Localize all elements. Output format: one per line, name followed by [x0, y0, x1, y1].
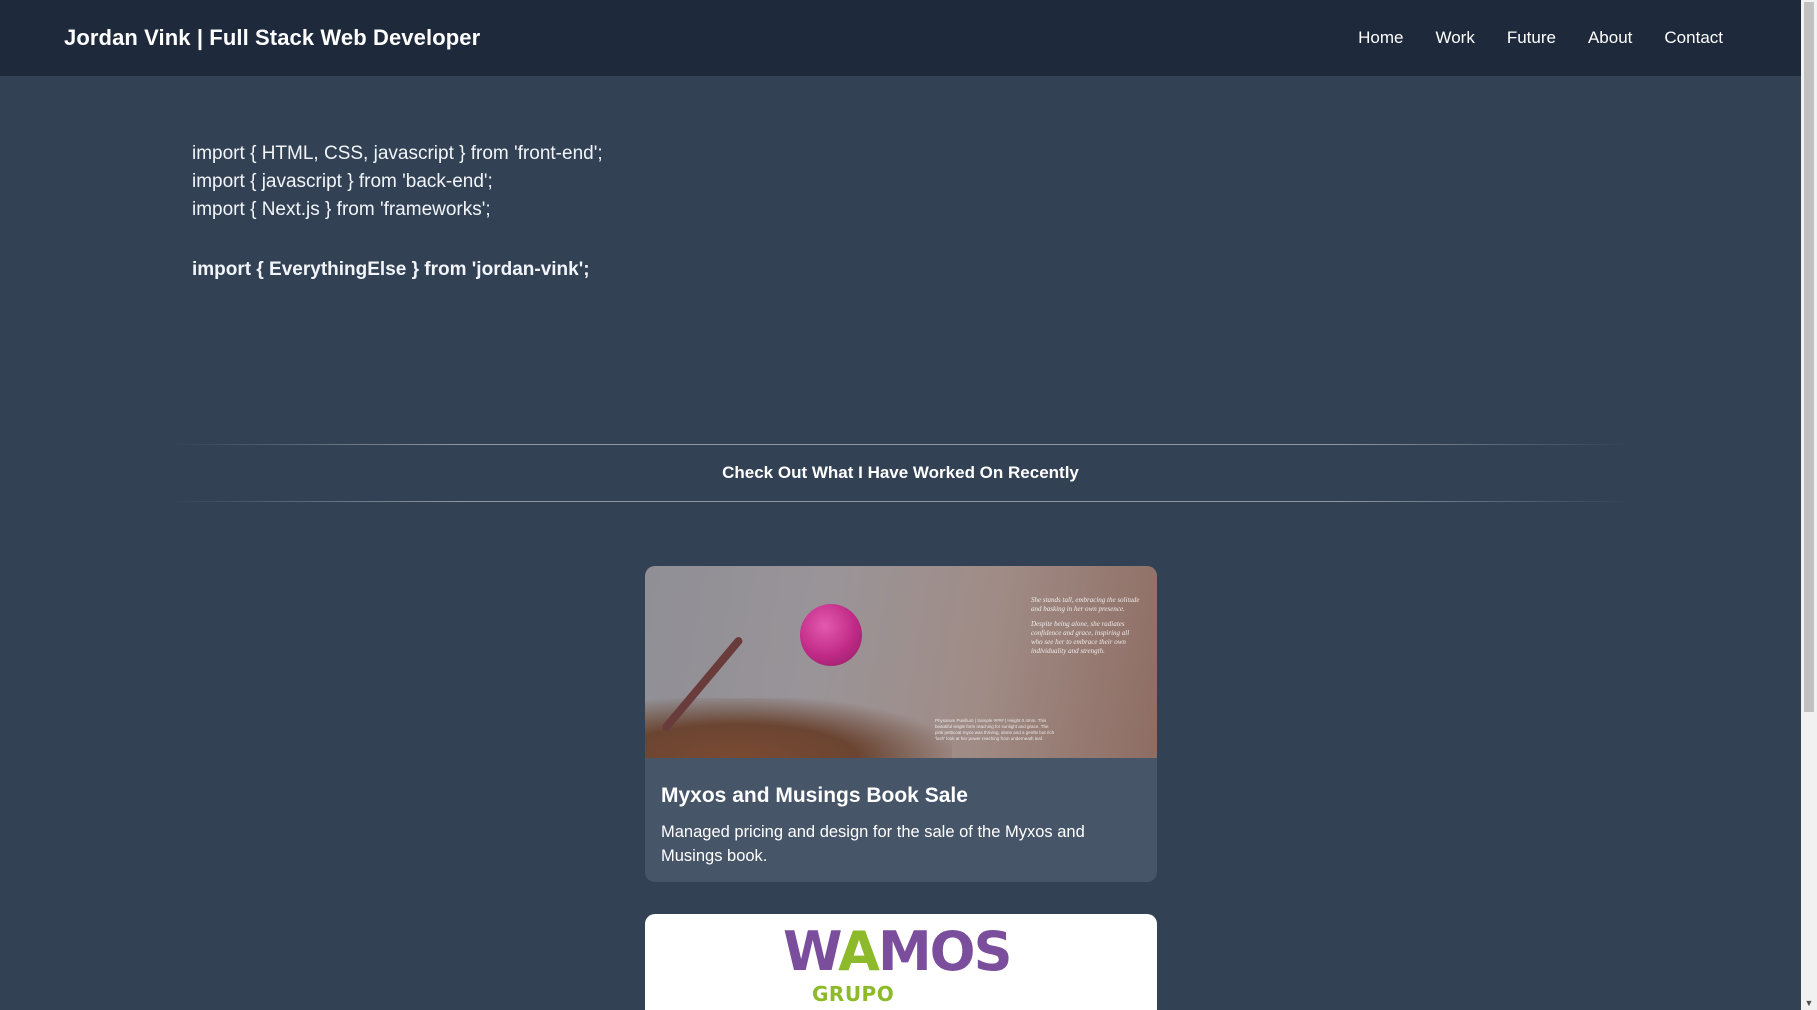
hero-line-emphasis: import { EverythingElse } from 'jordan-v…: [192, 259, 590, 280]
site-header: Jordan Vink | Full Stack Web Developer H…: [0, 0, 1801, 76]
main-nav: Home Work Future About Contact: [1358, 28, 1723, 48]
scrollbar-thumb[interactable]: [1804, 2, 1814, 712]
nav-link-work[interactable]: Work: [1435, 28, 1474, 47]
nav-link-home[interactable]: Home: [1358, 28, 1403, 47]
nav-item-future: Future: [1507, 28, 1556, 48]
image-poem-stanza-1: She stands tall, embracing the solitude …: [1031, 596, 1140, 613]
nav-item-work: Work: [1435, 28, 1474, 48]
section-divider-bottom: [170, 501, 1630, 502]
nav-item-home: Home: [1358, 28, 1403, 48]
hero-line-frontend: import { HTML, CSS, javascript } from 'f…: [192, 143, 603, 164]
image-ground: [645, 698, 953, 758]
wamos-logo-rest: MOS: [877, 920, 1013, 983]
project-title: Myxos and Musings Book Sale: [661, 784, 968, 807]
wamos-logo-wordmark: WAMOS: [783, 920, 1013, 983]
site-brand[interactable]: Jordan Vink | Full Stack Web Developer: [64, 25, 480, 51]
project-card-body: Myxos and Musings Book Sale Managed pric…: [645, 758, 1157, 882]
image-caption: Physarum Pusillum | Sample #### | Height…: [935, 718, 1055, 741]
section-title: Check Out What I Have Worked On Recently: [722, 463, 1079, 482]
nav-item-about: About: [1588, 28, 1632, 48]
nav-link-future[interactable]: Future: [1507, 28, 1556, 47]
image-poem: She stands tall, embracing the solitude …: [1031, 596, 1141, 656]
wamos-logo-subtitle: GRUPO: [812, 982, 895, 1006]
wamos-logo: WAMOS GRUPO: [645, 914, 1157, 1010]
hero-line-frameworks: import { Next.js } from 'frameworks';: [192, 199, 491, 220]
image-myxo-bulb: [800, 604, 862, 666]
project-image-myxos: She stands tall, embracing the solitude …: [645, 566, 1157, 758]
hero-line-backend: import { javascript } from 'back-end';: [192, 171, 493, 192]
wamos-logo-a: A: [838, 920, 880, 983]
wamos-logo-w: W: [783, 920, 840, 983]
section-divider-top: [170, 444, 1630, 445]
image-poem-stanza-2: Despite being alone, she radiates confid…: [1031, 620, 1130, 655]
project-description: Managed pricing and design for the sale …: [661, 823, 1085, 865]
nav-link-about[interactable]: About: [1588, 28, 1632, 47]
page-scrollbar[interactable]: ▲ ▼: [1801, 0, 1817, 1010]
project-card-wamos[interactable]: WAMOS GRUPO: [645, 914, 1157, 1010]
nav-link-contact[interactable]: Contact: [1664, 28, 1723, 47]
scroll-down-arrow-icon[interactable]: ▼: [1801, 996, 1817, 1010]
nav-item-contact: Contact: [1664, 28, 1723, 48]
project-card-myxos[interactable]: She stands tall, embracing the solitude …: [645, 566, 1157, 882]
hero-code-block: import { HTML, CSS, javascript } from 'f…: [192, 140, 603, 284]
